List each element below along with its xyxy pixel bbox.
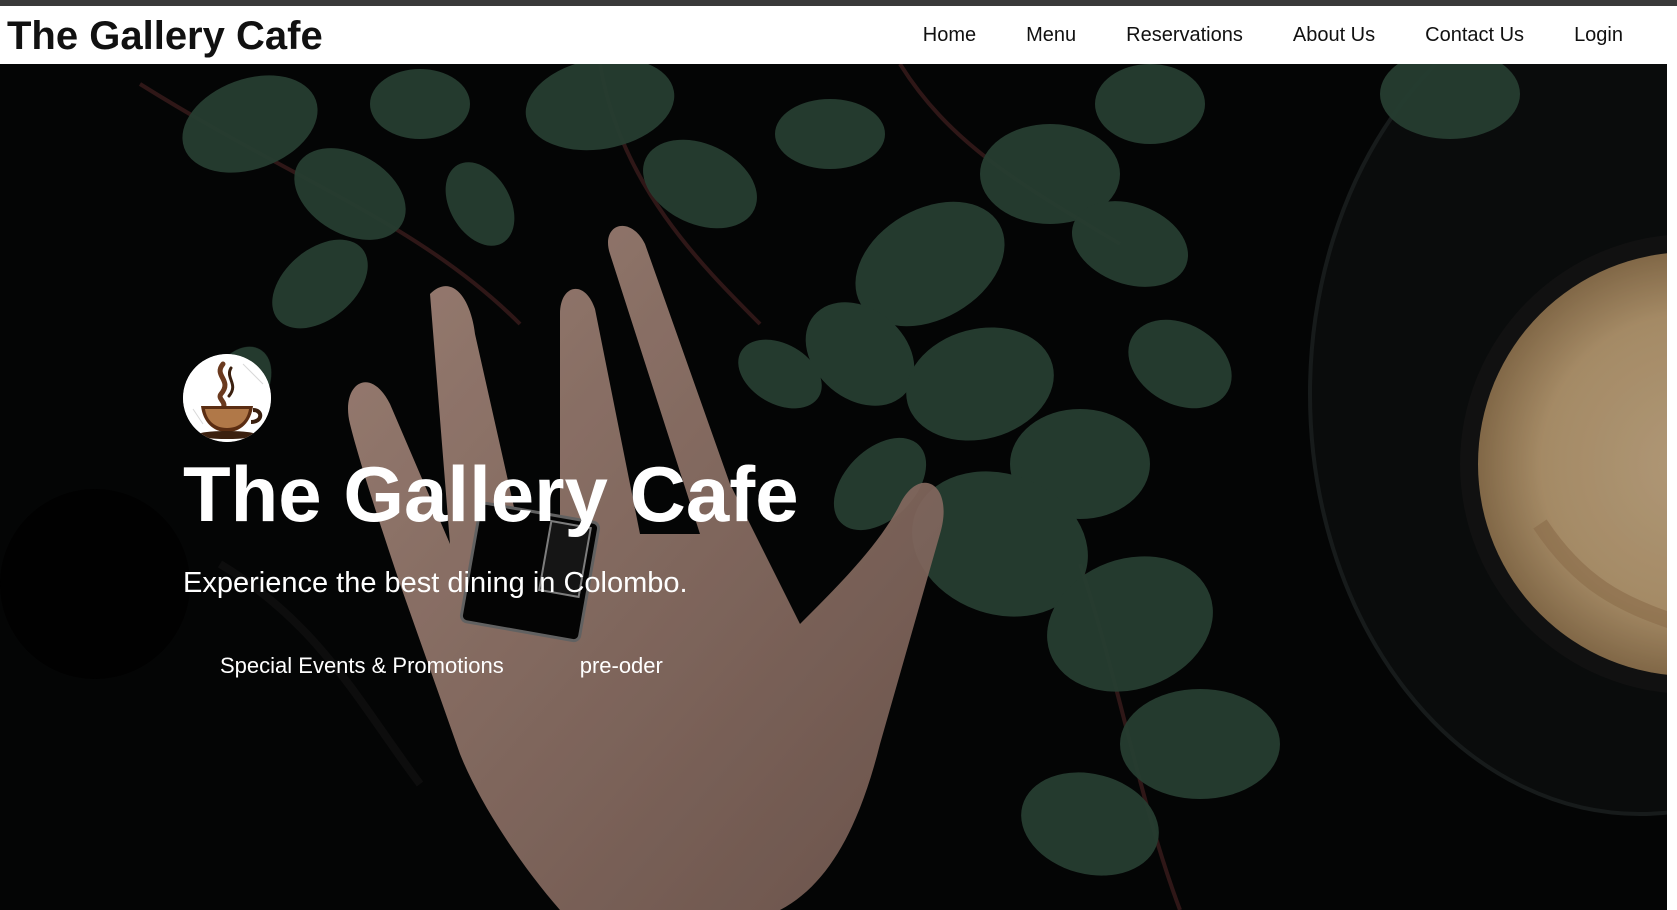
pre-order-button[interactable]: pre-oder	[544, 646, 699, 686]
main-nav: Home Menu Reservations About Us Contact …	[873, 6, 1623, 64]
special-events-promotions-button[interactable]: Special Events & Promotions	[183, 646, 540, 686]
hero-subtitle: Experience the best dining in Colombo.	[183, 566, 688, 599]
hero-section: The Gallery Cafe Experience the best din…	[0, 64, 1677, 910]
hero-title: The Gallery Cafe	[183, 450, 799, 538]
top-navbar: The Gallery Cafe Home Menu Reservations …	[0, 6, 1677, 64]
hero-button-group: Special Events & Promotions pre-oder	[183, 646, 983, 686]
nav-link-about-us[interactable]: About Us	[1293, 25, 1375, 45]
nav-link-menu[interactable]: Menu	[1026, 25, 1076, 45]
nav-link-home[interactable]: Home	[923, 25, 976, 45]
coffee-cup-logo-icon	[183, 354, 271, 442]
nav-link-contact-us[interactable]: Contact Us	[1425, 25, 1524, 45]
page-right-edge	[1667, 64, 1677, 910]
hero-content: The Gallery Cafe Experience the best din…	[183, 354, 983, 686]
site-brand[interactable]: The Gallery Cafe	[7, 16, 323, 56]
nav-link-reservations[interactable]: Reservations	[1126, 25, 1243, 45]
nav-link-login[interactable]: Login	[1574, 25, 1623, 45]
